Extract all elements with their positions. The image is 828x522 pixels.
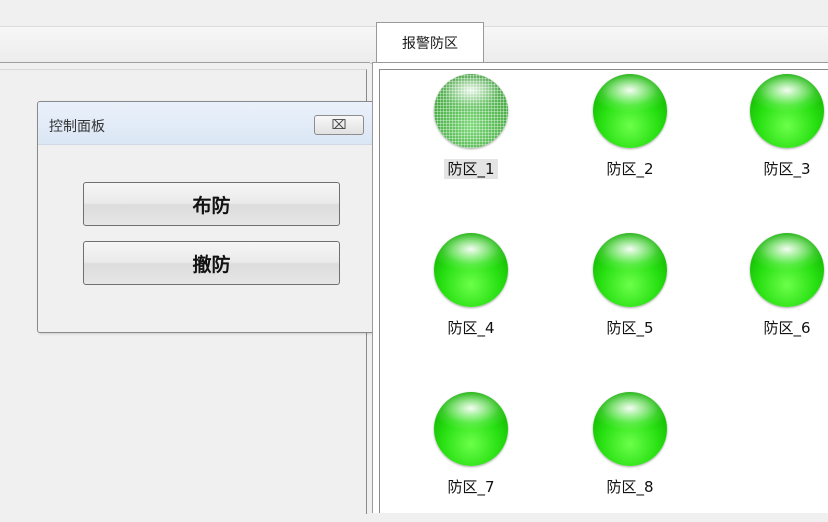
zone-label: 防区_7: [447, 478, 495, 496]
zone-item-1[interactable]: 防区_1: [411, 74, 531, 204]
zone-label: 防区_1: [411, 158, 531, 179]
zone-item-2[interactable]: 防区_2: [570, 74, 690, 204]
zone-item-5[interactable]: 防区_5: [570, 233, 690, 363]
control-panel-title: 控制面板: [49, 119, 105, 135]
zone-status-light-icon: [750, 233, 824, 307]
zone-status-light-icon: [593, 233, 667, 307]
zone-status-light-icon: [593, 392, 667, 466]
control-panel-titlebar[interactable]: 控制面板 ⌧: [38, 102, 375, 145]
zone-label: 防区_6: [763, 319, 811, 337]
tab-alarm-zones[interactable]: 报警防区: [376, 22, 484, 62]
disarm-button[interactable]: 撤防: [83, 241, 340, 285]
alarm-zones-pane: 防区_1 防区_2 防区_3 防区_4 防区_5 防区_6 防区_7 防区_8: [372, 62, 828, 513]
zone-status-light-icon: [593, 74, 667, 148]
zone-label: 防区_2: [606, 160, 654, 178]
zone-label: 防区_4: [447, 319, 495, 337]
control-panel-window: 控制面板 ⌧ 布防 撤防: [37, 101, 376, 333]
zone-status-light-icon: [434, 233, 508, 307]
zone-label: 防区_8: [606, 478, 654, 496]
zone-item-3[interactable]: 防区_3: [727, 74, 828, 204]
zone-grid: 防区_1 防区_2 防区_3 防区_4 防区_5 防区_6 防区_7 防区_8: [379, 69, 828, 513]
zone-status-light-icon: [750, 74, 824, 148]
arm-button[interactable]: 布防: [83, 182, 340, 226]
zone-item-8[interactable]: 防区_8: [570, 392, 690, 522]
zone-item-4[interactable]: 防区_4: [411, 233, 531, 363]
zone-label: 防区_3: [763, 160, 811, 178]
close-button[interactable]: ⌧: [314, 115, 364, 135]
zone-item-6[interactable]: 防区_6: [727, 233, 828, 363]
zone-item-7[interactable]: 防区_7: [411, 392, 531, 522]
close-icon: ⌧: [331, 117, 347, 133]
zone-label: 防区_5: [606, 319, 654, 337]
zone-status-light-icon: [434, 392, 508, 466]
zone-status-light-icon: [434, 74, 508, 148]
